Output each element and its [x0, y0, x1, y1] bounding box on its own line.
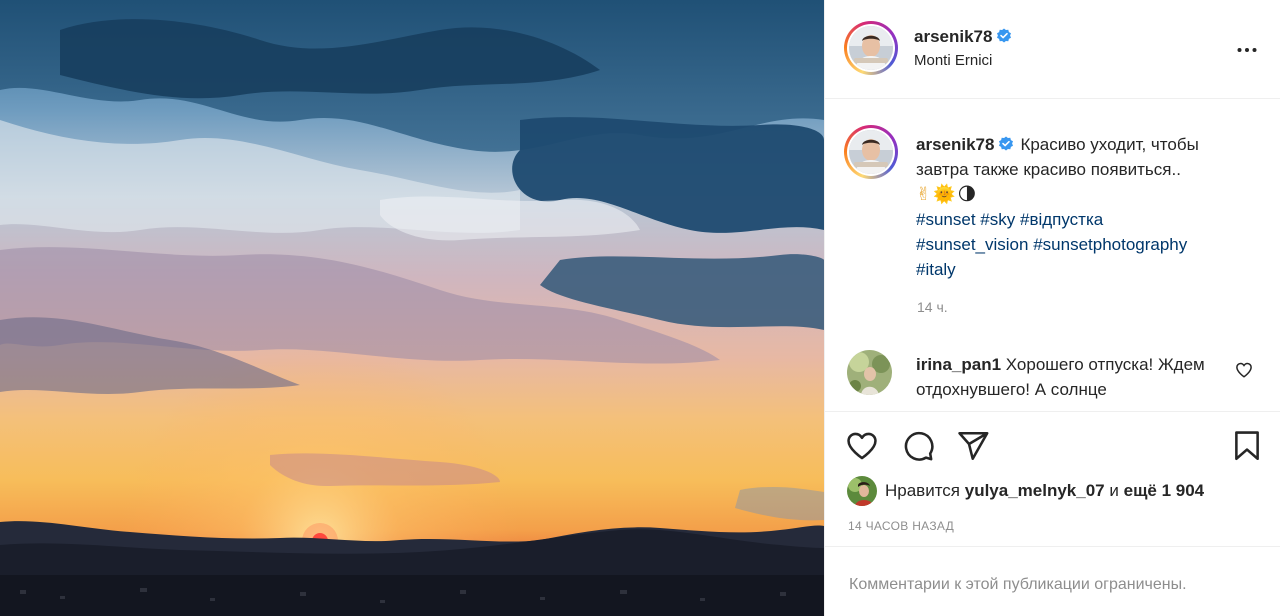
likes-conjunction: и	[1109, 481, 1119, 500]
comment-bubble-icon[interactable]	[901, 429, 935, 463]
likes-summary: Нравится yulya_melnyk_07 и ещё 1 904	[847, 476, 1204, 506]
likes-prefix: Нравится	[885, 481, 961, 500]
sun-face-emoji: 🌞	[933, 184, 956, 204]
comment-like-icon[interactable]	[1235, 361, 1253, 379]
more-options-icon[interactable]	[1235, 38, 1259, 62]
post-timestamp[interactable]: 14 ЧАСОВ НАЗАД	[848, 519, 954, 533]
caption-time[interactable]: 14 ч.	[917, 299, 948, 315]
victory-hand-emoji: ✌	[916, 184, 932, 204]
post-header: arsenik78 Monti Ernici	[825, 0, 1280, 99]
comments-restricted-text: Комментарии к этой публикации ограничены…	[849, 576, 1187, 593]
verified-badge-icon	[998, 134, 1014, 151]
post-details-panel: arsenik78 Monti Ernici arsenik78 Красиво…	[824, 0, 1280, 616]
hashtag-link[interactable]: #italy	[916, 260, 956, 279]
sunset-image	[0, 0, 824, 616]
post-actions: Нравится yulya_melnyk_07 и ещё 1 904 14 …	[825, 411, 1280, 616]
comments-restricted-notice: Комментарии к этой публикации ограничены…	[825, 546, 1280, 616]
bookmark-icon[interactable]	[1230, 429, 1264, 463]
likes-count[interactable]: ещё 1 904	[1124, 481, 1205, 501]
caption-text: arsenik78 Красиво уходит, чтобы завтра та…	[916, 132, 1246, 282]
liker-username[interactable]: yulya_melnyk_07	[965, 481, 1105, 501]
commenter-avatar[interactable]	[847, 350, 892, 395]
hashtag-link[interactable]: #sky	[980, 210, 1015, 229]
hashtags: #sunset #sky #відпустка #sunset_vision #…	[916, 207, 1246, 282]
hashtag-link[interactable]: #відпустка	[1020, 210, 1103, 229]
caption-emoji-row: ✌ 🌞 🌗	[916, 182, 1246, 207]
caption-author-avatar[interactable]	[844, 125, 898, 179]
liker-avatar[interactable]	[847, 476, 877, 506]
hashtag-link[interactable]: #sunset	[916, 210, 976, 229]
author-avatar[interactable]	[844, 21, 898, 75]
comment-text: irina_pan1 Хорошего отпуска! Ждем отдохн…	[916, 352, 1216, 402]
caption-author-username[interactable]: arsenik78	[916, 135, 994, 154]
author-username[interactable]: arsenik78	[914, 27, 992, 46]
verified-badge-icon	[996, 28, 1012, 44]
post-photo[interactable]	[0, 0, 824, 616]
commenter-username[interactable]: irina_pan1	[916, 355, 1001, 374]
heart-icon[interactable]	[845, 429, 879, 463]
paper-plane-icon[interactable]	[956, 429, 990, 463]
moon-emoji: 🌗	[957, 184, 977, 204]
hashtag-link[interactable]: #sunset_vision	[916, 235, 1028, 254]
hashtag-link[interactable]: #sunsetphotography	[1033, 235, 1187, 254]
post-location[interactable]: Monti Ernici	[914, 52, 992, 69]
